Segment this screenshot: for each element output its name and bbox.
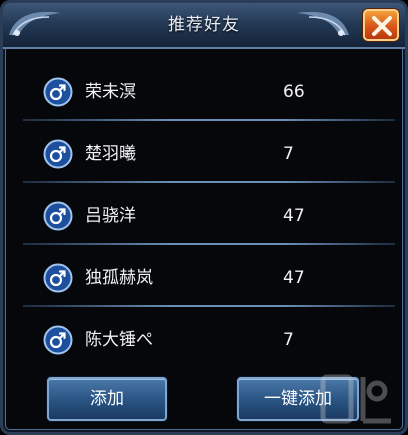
dialog-title: 推荐好友 (168, 15, 240, 35)
close-icon (372, 16, 392, 36)
friend-name: 荣未溟 (85, 82, 136, 102)
friend-row[interactable]: 楚羽曦 7 (13, 121, 395, 183)
friend-row[interactable]: 独孤赫岚 47 (13, 245, 395, 307)
add-button[interactable]: 添加 (47, 377, 167, 421)
close-button[interactable] (363, 9, 399, 41)
friend-name: 吕骁洋 (85, 206, 136, 226)
friend-level: 66 (283, 82, 305, 102)
friend-row[interactable]: 陈大锤ぺ 7 (13, 307, 395, 369)
friend-list: 荣未溟 66 楚羽曦 7 吕骁洋 47 独孤赫岚 47 陈大锤ぺ 7 (13, 59, 395, 369)
male-icon (43, 139, 73, 169)
friend-level: 7 (283, 144, 294, 164)
friend-name: 楚羽曦 (85, 144, 136, 164)
add-all-button[interactable]: 一键添加 (237, 377, 359, 421)
friend-level: 47 (283, 268, 305, 288)
male-icon (43, 325, 73, 355)
friend-row[interactable]: 吕骁洋 47 (13, 183, 395, 245)
male-icon (43, 77, 73, 107)
male-icon (43, 201, 73, 231)
friend-row[interactable]: 荣未溟 66 (13, 59, 395, 121)
recommend-friends-dialog: 推荐好友 荣未溟 66 楚羽曦 7 吕骁洋 47 独孤赫岚 47 陈大锤ぺ 7 … (0, 0, 408, 435)
male-icon (43, 263, 73, 293)
friend-level: 7 (283, 330, 294, 350)
friend-name: 独孤赫岚 (85, 268, 153, 288)
friend-name: 陈大锤ぺ (85, 330, 153, 350)
title-bar[interactable]: 推荐好友 (3, 3, 405, 49)
friend-level: 47 (283, 206, 305, 226)
